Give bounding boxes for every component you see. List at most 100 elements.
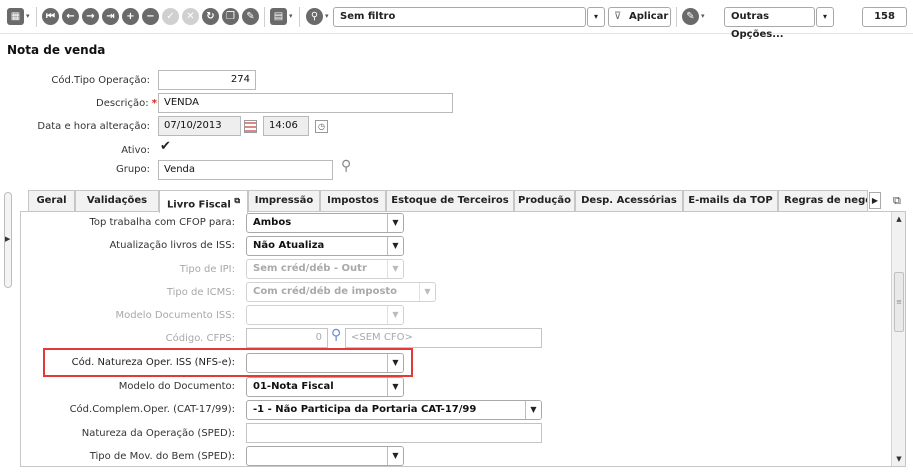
vertical-scrollbar[interactable]: ▲ ≡ ▼ [891,212,905,466]
mov-bem-select[interactable]: ▼ [246,446,404,466]
tab-producao[interactable]: Produção [514,190,575,212]
chevron-down-icon[interactable]: ▼ [387,260,403,278]
required-marker: * [151,98,157,109]
hora-alteracao-input[interactable]: 14:06 [263,116,309,136]
confirm-icon[interactable]: ✓ [162,8,179,25]
remove-record-icon[interactable]: − [142,8,159,25]
data-alteracao-input[interactable]: 07/10/2013 [158,116,241,136]
chevron-down-icon[interactable]: ▾ [325,12,329,20]
complem-select[interactable]: -1 - Não Participa da Portaria CAT-17/99… [246,400,542,420]
wrench-icon[interactable]: ✎ [682,8,699,25]
cod-tipo-input[interactable]: 274 [158,70,256,90]
chevron-down-icon[interactable]: ▼ [525,401,541,419]
tab-impostos[interactable]: Impostos [320,190,386,212]
ipi-label: Tipo de IPI: [179,264,235,275]
page-title: Nota de venda [7,43,106,57]
descricao-label: Descrição: * [20,98,157,109]
tab-estoque-terceiros[interactable]: Estoque de Terceiros [386,190,514,212]
last-record-icon[interactable]: ⇥ [102,8,119,25]
ativo-label: Ativo: [121,145,150,156]
cfop-select-value: Ambos [253,217,292,228]
tab-bar: Geral Validações Livro Fiscal ⧉ Impressã… [20,190,890,213]
refresh-icon[interactable]: ↻ [202,8,219,25]
popout-window-icon[interactable]: ⧉ [893,194,901,208]
tab-validacoes[interactable]: Validações [75,190,159,212]
funnel-icon: ⊽ [614,11,622,22]
iss-select-value: Não Atualiza [253,240,325,251]
chevron-down-icon[interactable]: ▼ [387,354,403,372]
chevron-down-icon[interactable]: ▼ [419,283,435,301]
search-icon[interactable]: ⚲ [341,158,351,174]
chevron-down-icon[interactable]: ▾ [289,12,293,20]
tab-scroll-right-icon[interactable]: ▶ [869,192,881,209]
record-count-badge: 158 [862,7,907,27]
natureza-sped-input[interactable] [246,423,542,443]
iss-select[interactable]: Não Atualiza ▼ [246,236,404,256]
first-record-icon[interactable]: ⏮ [42,8,59,25]
more-options-dropdown-button[interactable]: ▾ [816,7,834,27]
descricao-input[interactable]: VENDA [158,93,453,113]
apply-button[interactable]: ⊽ Aplicar [608,7,671,27]
tab-emails-top[interactable]: E-mails da TOP [683,190,778,212]
toolbar-divider [264,7,265,27]
tab-impressao[interactable]: Impressão [248,190,320,212]
tab-livro-fiscal[interactable]: Livro Fiscal ⧉ [159,190,248,213]
grupo-label: Grupo: [115,164,150,175]
tab-desp-acessorias[interactable]: Desp. Acessórias [575,190,683,212]
cfop-label: Top trabalha com CFOP para: [89,217,235,228]
complem-select-value: -1 - Não Participa da Portaria CAT-17/99 [253,404,477,415]
edit-record-icon[interactable]: ✎ [242,8,259,25]
toolbar-divider [676,7,677,27]
tab-regras-negocio[interactable]: Regras de negócio [778,190,868,212]
chevron-down-icon[interactable]: ▼ [387,447,403,465]
modelo-iss-select[interactable]: ▼ [246,305,404,325]
chevron-down-icon[interactable]: ▼ [387,306,403,324]
chevron-down-icon[interactable]: ▼ [387,378,403,396]
ativo-checkbox[interactable]: ✔ [160,140,173,153]
grid-menu-icon[interactable]: ▦ [7,8,24,25]
chevron-down-icon[interactable]: ▾ [26,12,30,20]
toolbar: ▦ ▾ ⏮ ← → ⇥ + − ✓ ✕ ↻ ❐ ✎ ▤ ▾ ⚲ ▾ Sem fi… [0,0,913,40]
more-options-select[interactable]: Outras Opções... [724,7,815,40]
modelo-doc-label: Modelo do Documento: [118,381,235,392]
grupo-input[interactable]: Venda [158,160,333,180]
search-icon[interactable]: ⚲ [331,327,341,343]
data-alteracao-label: Data e hora alteração: [37,121,150,132]
mov-bem-label: Tipo de Mov. do Bem (SPED): [89,451,235,462]
document-icon[interactable]: ▤ [270,8,287,25]
modelo-iss-label: Modelo Documento ISS: [115,310,235,321]
icms-select[interactable]: Com créd/déb de imposto ▼ [246,282,436,302]
scroll-thumb[interactable]: ≡ [894,272,904,332]
descricao-label-text: Descrição: [96,98,149,109]
tab-livro-fiscal-label: Livro Fiscal [166,199,231,211]
filter-select[interactable]: Sem filtro [333,7,586,27]
tab-popout-icon: ⧉ [234,196,241,205]
natureza-iss-label: Cód. Natureza Oper. ISS (NFS-e): [71,357,235,368]
filter-icon[interactable]: ⚲ [306,8,323,25]
chevron-down-icon[interactable]: ▼ [387,214,403,232]
iss-label: Atualização livros de ISS: [109,240,235,251]
tab-geral[interactable]: Geral [28,190,75,212]
cfps-description: <SEM CFO> [345,328,542,348]
cfop-select[interactable]: Ambos ▼ [246,213,404,233]
ipi-select[interactable]: Sem créd/déb - Outr ▼ [246,259,404,279]
chevron-down-icon[interactable]: ▾ [701,12,705,20]
scroll-down-icon[interactable]: ▼ [893,453,905,465]
next-record-icon[interactable]: → [82,8,99,25]
scroll-up-icon[interactable]: ▲ [893,213,905,225]
copy-record-icon[interactable]: ❐ [222,8,239,25]
calendar-icon[interactable] [244,120,257,133]
previous-record-icon[interactable]: ← [62,8,79,25]
toolbar-divider [36,7,37,27]
filter-dropdown-button[interactable]: ▾ [587,7,605,27]
filter-select-value: Sem filtro [340,11,396,22]
cancel-icon[interactable]: ✕ [182,8,199,25]
expand-arrow-icon[interactable]: ▶ [5,235,10,243]
clock-icon[interactable]: ◷ [315,120,328,133]
add-record-icon[interactable]: + [122,8,139,25]
cfps-input[interactable]: 0 [246,328,328,348]
modelo-doc-select[interactable]: 01-Nota Fiscal ▼ [246,377,404,397]
natureza-iss-select[interactable]: ▼ [246,353,404,373]
modelo-doc-select-value: 01-Nota Fiscal [253,381,334,392]
chevron-down-icon[interactable]: ▼ [387,237,403,255]
